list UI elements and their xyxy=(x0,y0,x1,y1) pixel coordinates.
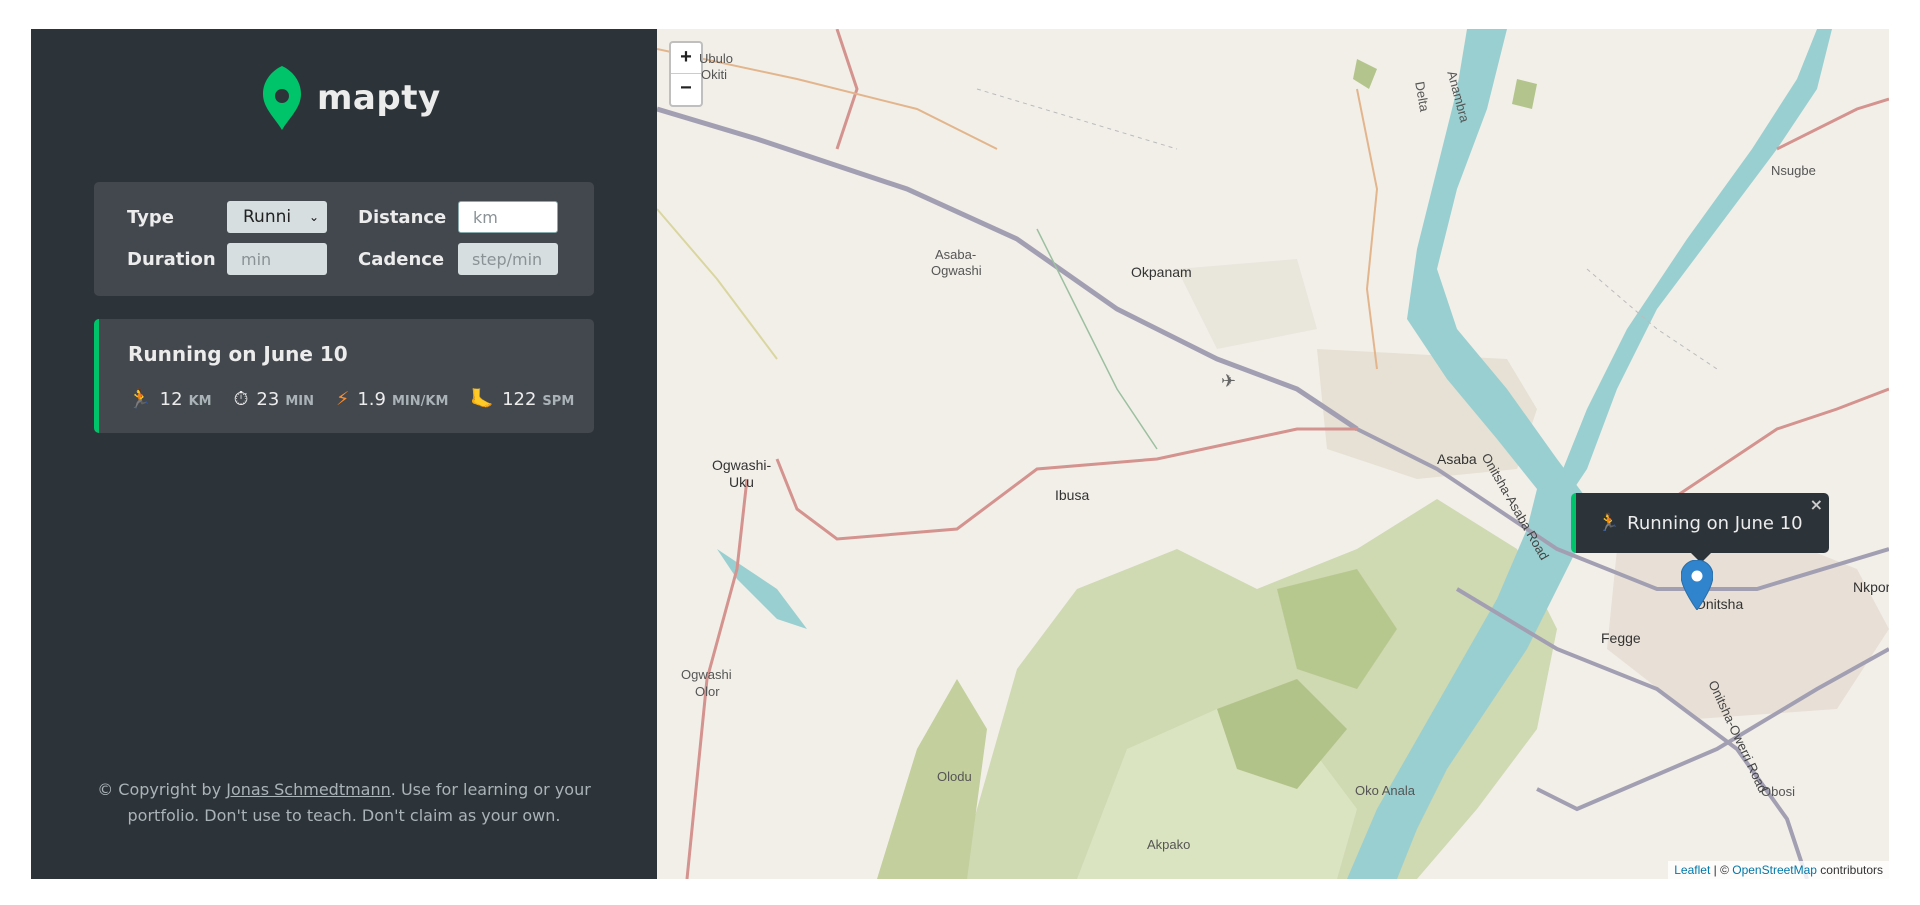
duration-value: 23 xyxy=(256,388,280,410)
cadence-input[interactable]: step/min xyxy=(458,243,558,275)
map-label-okpanam: Okpanam xyxy=(1131,264,1192,280)
pace-value: 1.9 xyxy=(357,388,386,410)
type-select-value: Runni xyxy=(243,207,292,227)
map-attribution: Leaflet | © OpenStreetMap contributors xyxy=(1668,861,1889,879)
map-label-ogwashi-olor-1: Ogwashi xyxy=(681,667,732,682)
sidebar: mapty Type Runni ⌄ Distance km Duration … xyxy=(31,29,657,879)
map-label-ubulo: Ubulo xyxy=(699,51,733,66)
map-pin-logo-icon xyxy=(263,66,301,130)
duration-unit: MIN xyxy=(285,393,314,409)
zoom-out-button[interactable]: − xyxy=(671,74,701,105)
map-tiles: ✈ xyxy=(657,29,1889,879)
copyright: © Copyright by Jonas Schmedtmann. Use fo… xyxy=(94,777,594,829)
logo: mapty xyxy=(263,66,441,130)
distance-label: Distance xyxy=(358,206,447,228)
stopwatch-icon: ⏱ xyxy=(233,387,249,410)
distance-value: 12 xyxy=(159,389,183,410)
workout-duration: ⏱ 23 MIN xyxy=(234,388,314,410)
cadence-unit: SPM xyxy=(542,394,575,409)
form-row-type: Type Runni ⌄ xyxy=(127,201,327,233)
map-label-ogwashi-olor-2: Olor xyxy=(695,684,720,699)
osm-link[interactable]: OpenStreetMap xyxy=(1732,863,1817,877)
type-label: Type xyxy=(127,206,174,228)
cadence-label: Cadence xyxy=(358,248,445,270)
lightning-icon: ⚡ xyxy=(335,387,350,410)
app-container: mapty Type Runni ⌄ Distance km Duration … xyxy=(31,29,1889,879)
form-row-distance: Distance km xyxy=(358,201,558,233)
cadence-value: 122 xyxy=(502,389,537,410)
copyright-prefix: © Copyright by xyxy=(97,780,227,799)
map-label-nkpor: Nkpor xyxy=(1853,579,1889,595)
pace-unit: MIN/KM xyxy=(391,393,449,409)
map-label-akpako: Akpako xyxy=(1147,837,1191,852)
cadence-placeholder: step/min xyxy=(472,249,543,269)
popup-text: Running on June 10 xyxy=(1627,512,1803,534)
workout-form: Type Runni ⌄ Distance km Duration min Ca xyxy=(94,182,594,296)
workout-item[interactable]: Running on June 10 🏃 12 KM ⏱ 23 MIN ⚡ 1.… xyxy=(94,319,594,433)
map[interactable]: ✈ + − Ubulo Okiti Asaba- Ogwashi Okpanam… xyxy=(657,29,1889,879)
map-marker-icon[interactable] xyxy=(1681,560,1713,610)
chevron-down-icon: ⌄ xyxy=(308,210,319,224)
workout-title: Running on June 10 xyxy=(128,342,348,366)
distance-placeholder: km xyxy=(473,207,498,227)
runner-icon: 🏃 xyxy=(128,388,152,410)
logo-text: mapty xyxy=(317,78,441,118)
runner-icon: 🏃 xyxy=(1598,513,1620,533)
distance-input[interactable]: km xyxy=(458,201,558,233)
airport-icon: ✈ xyxy=(1221,371,1236,392)
map-label-ogwashi-uku-2: Uku xyxy=(729,474,754,490)
type-select[interactable]: Runni ⌄ xyxy=(227,201,327,233)
workout-distance: 🏃 12 KM xyxy=(128,387,212,410)
workout-details: 🏃 12 KM ⏱ 23 MIN ⚡ 1.9 MIN/KM 🦶 122 SPM xyxy=(128,387,596,411)
leaflet-link[interactable]: Leaflet xyxy=(1674,863,1710,877)
map-label-asaba-ogwashi-2: Ogwashi xyxy=(931,263,982,278)
map-label-nsugbe: Nsugbe xyxy=(1771,163,1816,178)
zoom-control: + − xyxy=(669,41,703,107)
form-row-duration: Duration min xyxy=(127,243,327,275)
map-label-okiti: Okiti xyxy=(701,67,727,82)
attribution-suffix: contributors xyxy=(1816,863,1883,877)
zoom-in-button[interactable]: + xyxy=(671,43,701,74)
map-label-ibusa: Ibusa xyxy=(1055,487,1090,503)
map-label-asaba-ogwashi-1: Asaba- xyxy=(935,247,977,262)
map-label-asaba: Asaba xyxy=(1437,451,1477,467)
workout-cadence: 🦶 122 SPM xyxy=(470,387,574,410)
duration-placeholder: min xyxy=(241,249,272,269)
map-label-fegge: Fegge xyxy=(1601,630,1641,646)
duration-input[interactable]: min xyxy=(227,243,327,275)
workout-pace: ⚡ 1.9 MIN/KM xyxy=(336,388,448,410)
form-row-cadence: Cadence step/min xyxy=(358,243,558,275)
attribution-sep: | © xyxy=(1710,863,1733,877)
author-link[interactable]: Jonas Schmedtmann xyxy=(226,780,391,799)
foot-icon: 🦶 xyxy=(470,388,495,410)
close-icon[interactable]: × xyxy=(1810,495,1823,514)
duration-label: Duration xyxy=(127,248,216,270)
workout-popup[interactable]: 🏃 Running on June 10 × xyxy=(1571,493,1829,553)
map-label-ogwashi-uku-1: Ogwashi- xyxy=(712,457,772,473)
map-label-olodu: Olodu xyxy=(937,769,972,784)
distance-unit: KM xyxy=(188,394,212,409)
map-label-oko-anala: Oko Anala xyxy=(1355,783,1415,798)
